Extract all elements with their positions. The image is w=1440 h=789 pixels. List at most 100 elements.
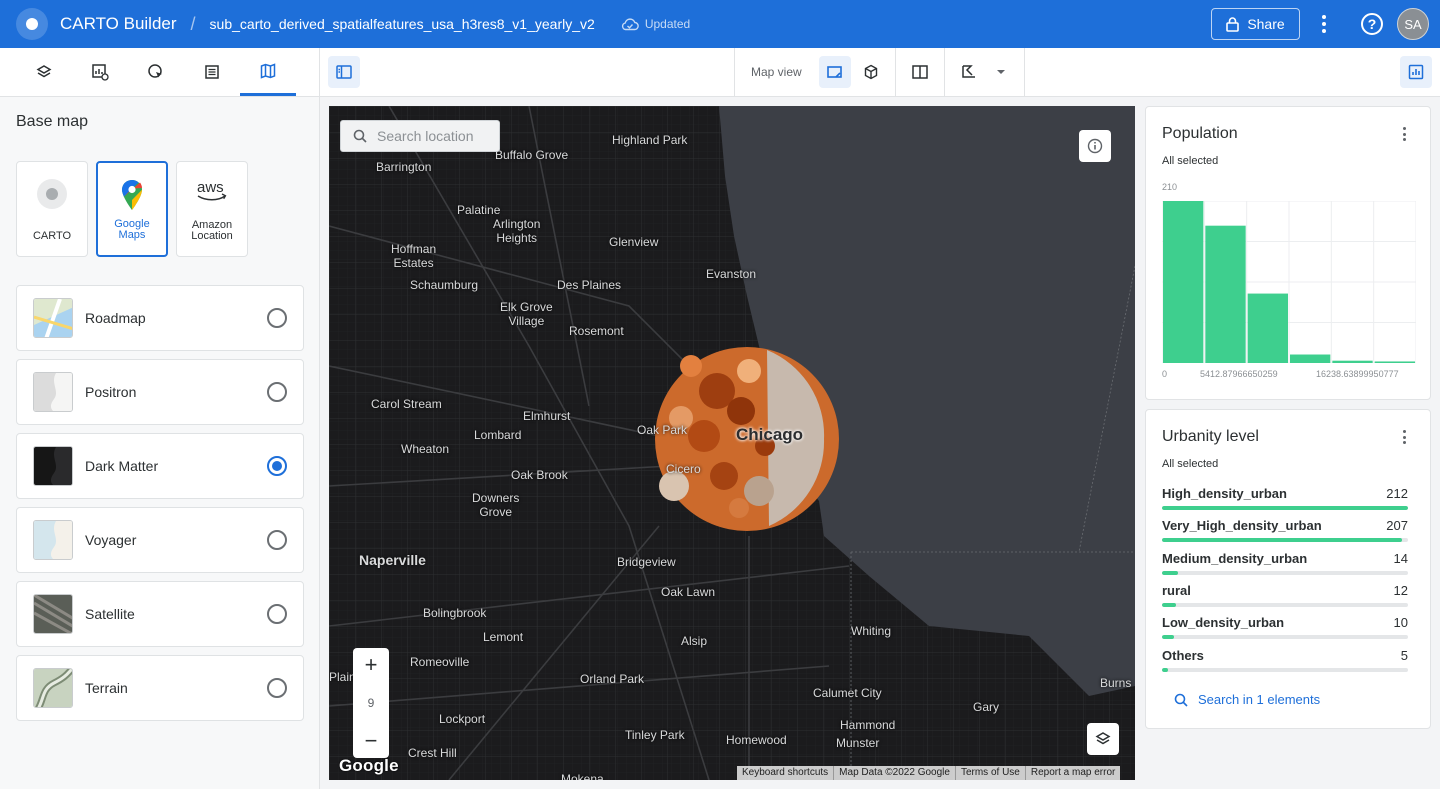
- tab-legend[interactable]: [184, 48, 240, 96]
- histogram-bar[interactable]: [1163, 201, 1204, 363]
- cloud-check-icon: [621, 18, 639, 31]
- tab-basemap[interactable]: [240, 48, 296, 96]
- map-label-plainfield: Plain: [329, 670, 356, 684]
- basemap-style-roadmap[interactable]: Roadmap: [16, 285, 304, 351]
- style-radio[interactable]: [267, 308, 287, 328]
- draw-tool-dropdown[interactable]: [985, 56, 1017, 88]
- split-view-button[interactable]: [904, 56, 936, 88]
- user-avatar[interactable]: SA: [1397, 8, 1429, 40]
- map-data-label: Map Data ©2022 Google: [833, 766, 955, 780]
- map-icon: [260, 62, 276, 79]
- zoom-in-button[interactable]: +: [365, 652, 378, 678]
- basemap-style-terrain[interactable]: Terrain: [16, 655, 304, 721]
- toggle-widgets-button[interactable]: [1400, 56, 1432, 88]
- widget-options-icon[interactable]: [1401, 430, 1407, 444]
- report-map-error-link[interactable]: Report a map error: [1024, 766, 1120, 780]
- provider-amazon-location[interactable]: aws Amazon Location: [176, 161, 248, 257]
- map-label-evanston: Evanston: [706, 267, 757, 281]
- category-value: 10: [1393, 615, 1408, 631]
- style-name: Dark Matter: [85, 458, 159, 474]
- cursor-icon: [148, 64, 162, 78]
- search-location-input[interactable]: Search location: [340, 120, 500, 152]
- help-icon[interactable]: ?: [1361, 13, 1383, 35]
- map-canvas[interactable]: Highland Park Buffalo Grove Barrington P…: [329, 106, 1135, 780]
- histogram-bar[interactable]: [1374, 361, 1415, 363]
- widget-selection-status: All selected: [1162, 458, 1219, 470]
- category-row[interactable]: High_density_urban 212: [1162, 486, 1408, 510]
- style-radio[interactable]: [267, 604, 287, 624]
- widget-selection-status: All selected: [1162, 155, 1219, 167]
- map-label-oak-lawn: Oak Lawn: [661, 585, 716, 599]
- left-tabs: [0, 48, 320, 96]
- search-icon: [1174, 693, 1188, 707]
- tab-layers[interactable]: [16, 48, 72, 96]
- map-label-crest-hill: Crest Hill: [408, 746, 457, 760]
- terms-of-use-link[interactable]: Terms of Use: [954, 766, 1025, 780]
- toggle-panel-button[interactable]: [328, 56, 360, 88]
- zoom-out-button[interactable]: −: [365, 728, 378, 754]
- basemap-style-dark-matter[interactable]: Dark Matter: [16, 433, 304, 499]
- category-row[interactable]: rural 12: [1162, 583, 1408, 607]
- map-2d-icon: [827, 66, 842, 78]
- category-bar-fill: [1162, 570, 1179, 575]
- style-radio[interactable]: [267, 530, 287, 550]
- basemap-layers-button[interactable]: [1087, 723, 1119, 755]
- category-row[interactable]: Very_High_density_urban 207: [1162, 518, 1408, 543]
- map-label-naperville: Naperville: [359, 552, 426, 568]
- basemap-style-satellite[interactable]: Satellite: [16, 581, 304, 647]
- histogram-bar[interactable]: [1205, 225, 1246, 363]
- category-name: Low_density_urban: [1162, 615, 1285, 631]
- style-radio-selected[interactable]: [267, 456, 287, 476]
- category-row[interactable]: Others 5: [1162, 648, 1408, 672]
- basemap-style-positron[interactable]: Positron: [16, 359, 304, 425]
- search-elements-link[interactable]: Search in 1 elements: [1174, 692, 1320, 707]
- style-radio[interactable]: [267, 678, 287, 698]
- style-name: Satellite: [85, 606, 135, 622]
- map-label-arlington-heights: Arlington Heights: [493, 217, 541, 245]
- map-label-wheaton: Wheaton: [401, 442, 450, 456]
- info-button[interactable]: [1079, 130, 1111, 162]
- keyboard-shortcuts-link[interactable]: Keyboard shortcuts: [737, 766, 833, 780]
- widget-options-icon[interactable]: [1401, 127, 1407, 141]
- app-title: CARTO Builder: [60, 14, 177, 33]
- search-elements-label: Search in 1 elements: [1198, 692, 1321, 707]
- urbanity-widget: Urbanity level All selected High_density…: [1145, 409, 1431, 729]
- share-button[interactable]: Share: [1211, 8, 1300, 40]
- basemap-panel: Base map CARTO Google Maps aws Amazon Lo…: [0, 97, 320, 789]
- map-view-label: Map view: [751, 65, 802, 79]
- population-histogram[interactable]: [1162, 201, 1416, 363]
- histogram-bar[interactable]: [1247, 293, 1288, 363]
- map-label-tinley-park: Tinley Park: [625, 728, 685, 742]
- map-attribution: Keyboard shortcuts Map Data ©2022 Google…: [737, 766, 1121, 780]
- 3d-view-button[interactable]: [855, 56, 887, 88]
- map-name[interactable]: sub_carto_derived_spatialfeatures_usa_h3…: [210, 16, 595, 32]
- histogram-y-max: 210: [1162, 182, 1178, 192]
- category-name: Others: [1162, 647, 1204, 663]
- terrain-thumbnail: [33, 668, 73, 708]
- layers-icon: [1095, 732, 1111, 745]
- positron-thumbnail: [33, 372, 73, 412]
- carto-logo-icon[interactable]: [16, 8, 48, 40]
- style-name: Roadmap: [85, 310, 146, 326]
- category-bar-track: [1162, 538, 1408, 543]
- histogram-bar[interactable]: [1332, 360, 1373, 363]
- tab-widgets[interactable]: [72, 48, 128, 96]
- histogram-bar[interactable]: [1290, 354, 1331, 363]
- share-label: Share: [1247, 16, 1285, 32]
- divider: [734, 48, 735, 96]
- provider-google-maps[interactable]: Google Maps: [96, 161, 168, 257]
- map-label-carol-stream: Carol Stream: [371, 397, 442, 411]
- more-options-icon[interactable]: [1314, 12, 1334, 36]
- category-row[interactable]: Medium_density_urban 14: [1162, 551, 1408, 575]
- map-label-des-plaines: Des Plaines: [557, 278, 622, 292]
- category-row[interactable]: Low_density_urban 10: [1162, 615, 1408, 640]
- tab-interactions[interactable]: [128, 48, 184, 96]
- style-radio[interactable]: [267, 382, 287, 402]
- basemap-style-voyager[interactable]: Voyager: [16, 507, 304, 573]
- 2d-view-button[interactable]: [819, 56, 851, 88]
- search-placeholder: Search location: [377, 128, 474, 144]
- map-label-alsip: Alsip: [681, 634, 708, 648]
- map-label-whiting: Whiting: [851, 624, 892, 638]
- provider-carto[interactable]: CARTO: [16, 161, 88, 257]
- draw-tool-button[interactable]: [953, 56, 985, 88]
